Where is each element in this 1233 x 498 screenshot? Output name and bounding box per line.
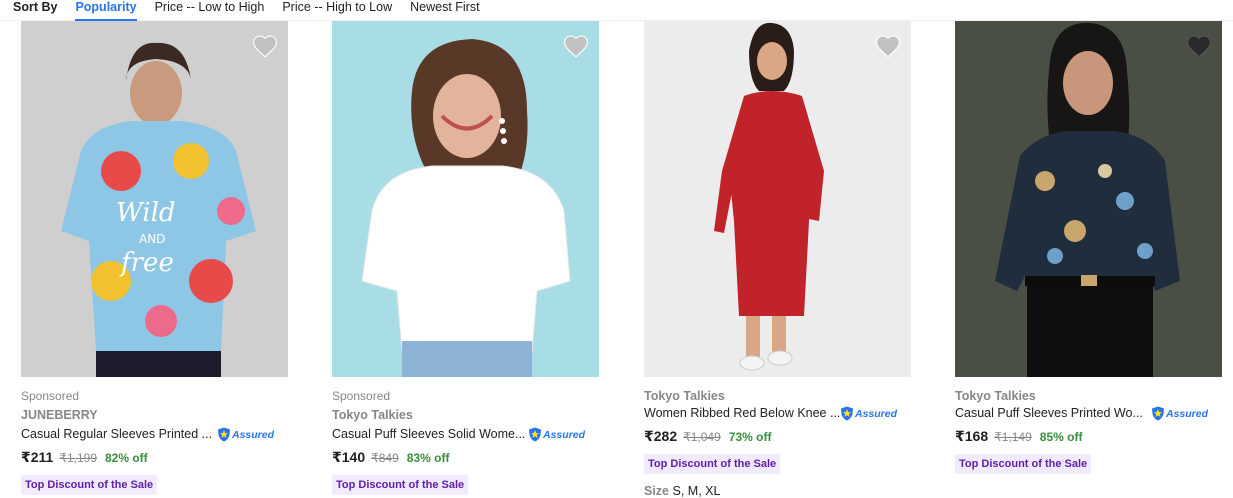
brand-name: JUNEBERRY <box>21 408 98 422</box>
wishlist-heart-icon[interactable] <box>252 34 278 58</box>
original-price: ₹1,049 <box>683 430 721 444</box>
product-title[interactable]: Casual Regular Sleeves Printed ... <box>21 427 212 441</box>
size-values: S, M, XL <box>672 484 721 498</box>
price-row: ₹211 ₹1,199 82% off <box>21 449 148 466</box>
deal-badge: Top Discount of the Sale <box>955 454 1092 474</box>
sort-by-label: Sort By <box>13 0 58 14</box>
deal-badge: Top Discount of the Sale <box>21 475 158 495</box>
assured-shield-icon <box>841 406 853 421</box>
assured-badge: Assured <box>1151 406 1208 421</box>
deal-badge: Top Discount of the Sale <box>644 454 781 474</box>
original-price: ₹1,199 <box>59 451 97 465</box>
assured-badge: Assured <box>840 406 897 421</box>
size-label: Size <box>644 484 670 498</box>
price-row: ₹140 ₹849 83% off <box>332 449 449 466</box>
brand-name: Tokyo Talkies <box>644 389 725 403</box>
original-price: ₹849 <box>371 451 399 465</box>
original-price: ₹1,149 <box>994 430 1032 444</box>
product-title[interactable]: Casual Puff Sleeves Printed Wo... <box>955 406 1143 420</box>
sponsored-label: Sponsored <box>332 389 391 403</box>
sort-option-popularity[interactable]: Popularity <box>75 0 137 21</box>
product-title[interactable]: Casual Puff Sleeves Solid Wome... <box>332 427 525 441</box>
assured-badge: Assured <box>217 427 274 442</box>
discount-percent: 73% off <box>728 430 772 444</box>
selling-price: ₹282 <box>644 428 678 444</box>
size-info: Size S, M, XL <box>644 484 720 498</box>
assured-label: Assured <box>232 428 275 441</box>
discount-percent: 83% off <box>406 451 450 465</box>
product-card[interactable]: Tokyo Talkies Women Ribbed Red Below Kne… <box>644 21 922 498</box>
product-card[interactable]: Wild AND free Sponsored JUNEBERRY Casual… <box>21 21 299 495</box>
sort-option-newest[interactable]: Newest First <box>410 0 479 21</box>
assured-badge: Assured <box>528 427 585 442</box>
sponsored-label: Sponsored <box>21 389 80 403</box>
assured-shield-icon <box>1152 406 1164 421</box>
wishlist-heart-icon[interactable] <box>563 34 589 58</box>
product-image[interactable] <box>332 21 599 377</box>
assured-label: Assured <box>855 407 898 420</box>
assured-label: Assured <box>1166 407 1209 420</box>
wishlist-heart-icon[interactable] <box>875 34 901 58</box>
product-image[interactable] <box>955 21 1222 377</box>
selling-price: ₹211 <box>21 449 54 465</box>
assured-shield-icon <box>218 427 230 442</box>
assured-shield-icon <box>529 427 541 442</box>
brand-name: Tokyo Talkies <box>955 389 1036 403</box>
discount-percent: 82% off <box>105 451 148 465</box>
svg-text:Wild: Wild <box>116 198 176 228</box>
selling-price: ₹140 <box>332 449 366 465</box>
sort-bar: Sort By Popularity Price -- Low to High … <box>0 0 1233 21</box>
discount-percent: 85% off <box>1039 430 1083 444</box>
brand-name: Tokyo Talkies <box>332 408 413 422</box>
product-image[interactable] <box>644 21 911 377</box>
wishlist-heart-icon[interactable] <box>1186 34 1212 58</box>
product-title[interactable]: Women Ribbed Red Below Knee ... <box>644 406 840 420</box>
product-card[interactable]: Tokyo Talkies Casual Puff Sleeves Printe… <box>955 21 1233 474</box>
assured-label: Assured <box>543 428 586 441</box>
sort-option-price-low-high[interactable]: Price -- Low to High <box>155 0 265 21</box>
deal-badge: Top Discount of the Sale <box>332 475 469 495</box>
selling-price: ₹168 <box>955 428 989 444</box>
svg-text:AND: AND <box>139 232 165 246</box>
sort-option-price-high-low[interactable]: Price -- High to Low <box>282 0 392 21</box>
price-row: ₹282 ₹1,049 73% off <box>644 428 771 445</box>
price-row: ₹168 ₹1,149 85% off <box>955 428 1082 445</box>
svg-text:free: free <box>119 248 174 278</box>
product-card[interactable]: Sponsored Tokyo Talkies Casual Puff Slee… <box>332 21 610 495</box>
product-image[interactable]: Wild AND free <box>21 21 288 377</box>
